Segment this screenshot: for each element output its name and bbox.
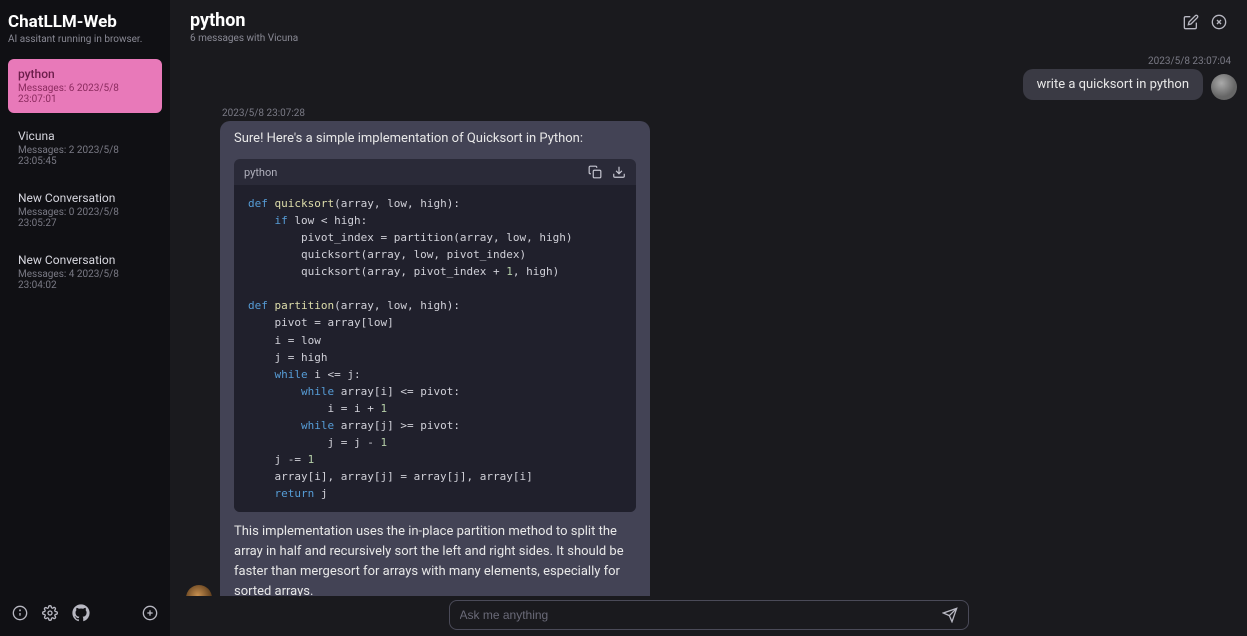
- chat-subtitle: 6 messages with Vicuna: [190, 33, 1183, 44]
- message-timestamp: 2023/5/8 23:07:04: [1142, 56, 1237, 67]
- sidebar-item-meta: Messages: 2 2023/5/8 23:05:45: [18, 145, 152, 167]
- code-content: def quicksort(array, low, high): if low …: [234, 185, 636, 512]
- sidebar-item-python[interactable]: python Messages: 6 2023/5/8 23:07:01: [8, 59, 162, 113]
- chat-scroll[interactable]: 2023/5/8 23:07:04 write a quicksort in p…: [170, 50, 1247, 596]
- send-icon[interactable]: [942, 607, 958, 623]
- add-icon[interactable]: [142, 605, 158, 621]
- app-tagline: AI assitant running in browser.: [8, 34, 162, 45]
- chat-title: python: [190, 10, 1183, 31]
- composer-box[interactable]: [449, 600, 969, 630]
- sidebar-item-meta: Messages: 6 2023/5/8 23:07:01: [18, 83, 152, 105]
- avatar: [1211, 74, 1237, 100]
- sidebar-item-new-2[interactable]: New Conversation Messages: 4 2023/5/8 23…: [8, 245, 162, 299]
- message-bubble: Sure! Here's a simple implementation of …: [220, 121, 650, 596]
- code-lang: python: [244, 166, 578, 179]
- message-text: Sure! Here's a simple implementation of …: [234, 129, 636, 149]
- message-bubble: write a quicksort in python: [1023, 69, 1203, 100]
- message-timestamp: 2023/5/8 23:07:28: [186, 108, 311, 119]
- sidebar-item-vicuna[interactable]: Vicuna Messages: 2 2023/5/8 23:05:45: [8, 121, 162, 175]
- main-panel: python 6 messages with Vicuna 2023/5/8 2…: [170, 0, 1247, 636]
- app-brand: ChatLLM-Web: [8, 12, 162, 32]
- chat-header: python 6 messages with Vicuna: [170, 0, 1247, 50]
- edit-icon[interactable]: [1183, 14, 1199, 30]
- close-icon[interactable]: [1211, 14, 1227, 30]
- sidebar-item-label: python: [18, 67, 152, 81]
- message-user: 2023/5/8 23:07:04 write a quicksort in p…: [180, 56, 1237, 100]
- code-block: python def quicksort(array, low, high): …: [234, 159, 636, 512]
- sidebar-footer: [8, 598, 162, 628]
- copy-icon[interactable]: [588, 165, 602, 179]
- message-assistant: 2023/5/8 23:07:28 Sure! Here's a simple …: [180, 108, 1237, 596]
- info-icon[interactable]: [12, 605, 28, 621]
- composer-input[interactable]: [460, 608, 942, 622]
- sidebar-item-label: New Conversation: [18, 191, 152, 205]
- sidebar: ChatLLM-Web AI assitant running in brows…: [0, 0, 170, 636]
- sidebar-item-label: New Conversation: [18, 253, 152, 267]
- github-icon[interactable]: [72, 604, 90, 622]
- avatar: [186, 585, 212, 596]
- sidebar-item-label: Vicuna: [18, 129, 152, 143]
- gear-icon[interactable]: [42, 605, 58, 621]
- composer: [170, 596, 1247, 636]
- download-icon[interactable]: [612, 165, 626, 179]
- sidebar-item-meta: Messages: 4 2023/5/8 23:04:02: [18, 269, 152, 291]
- message-text: This implementation uses the in-place pa…: [234, 522, 636, 596]
- sidebar-item-new-1[interactable]: New Conversation Messages: 0 2023/5/8 23…: [8, 183, 162, 237]
- conversation-list: python Messages: 6 2023/5/8 23:07:01 Vic…: [8, 59, 162, 598]
- sidebar-item-meta: Messages: 0 2023/5/8 23:05:27: [18, 207, 152, 229]
- message-text: write a quicksort in python: [1037, 77, 1189, 92]
